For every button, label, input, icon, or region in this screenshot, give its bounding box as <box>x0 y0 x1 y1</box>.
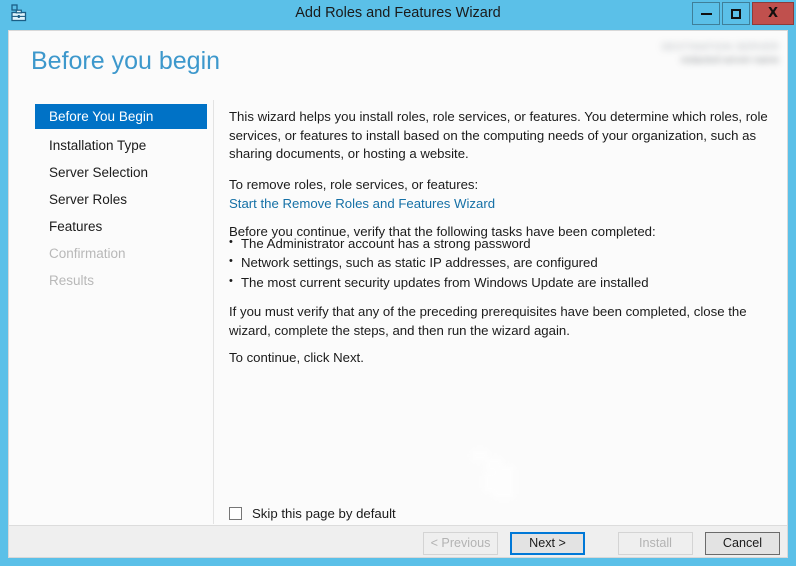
sidebar-item-before-you-begin[interactable]: Before You Begin <box>35 104 207 129</box>
maximize-icon <box>731 8 741 19</box>
title-bar: Add Roles and Features Wizard X <box>0 0 796 27</box>
sidebar-item-results: Results <box>49 273 95 288</box>
list-item: Network settings, such as static IP addr… <box>229 252 777 272</box>
continue-paragraph: To continue, click Next. <box>229 350 364 365</box>
skip-page-checkbox[interactable] <box>229 507 242 520</box>
wizard-body: Before you begin DESTINATION SERVER reda… <box>8 30 788 558</box>
previous-button: < Previous <box>423 532 498 555</box>
sidebar-item-server-selection[interactable]: Server Selection <box>35 160 207 185</box>
skip-page-checkbox-label: Skip this page by default <box>252 506 396 521</box>
close-icon: X <box>767 6 779 21</box>
wizard-navigation-sidebar: Before You Begin Installation Type Serve… <box>9 100 214 524</box>
next-button[interactable]: Next > <box>510 532 585 555</box>
sidebar-item-server-roles[interactable]: Server Roles <box>35 187 207 212</box>
list-item: The most current security updates from W… <box>229 272 777 292</box>
minimize-icon <box>700 12 712 15</box>
destination-server-value: redacted-server-name <box>680 55 779 66</box>
background-artifact <box>471 445 525 501</box>
install-button: Install <box>618 532 693 555</box>
destination-server-label: DESTINATION SERVER <box>661 42 779 53</box>
intro-paragraph: This wizard helps you install roles, rol… <box>229 109 768 162</box>
remove-prompt-text: To remove roles, role services, or featu… <box>229 177 479 192</box>
content-pane: This wizard helps you install roles, rol… <box>215 100 787 524</box>
wizard-window: Add Roles and Features Wizard X Before y… <box>0 0 796 566</box>
close-button[interactable]: X <box>752 2 794 25</box>
sidebar-item-installation-type[interactable]: Installation Type <box>35 133 207 158</box>
wizard-footer: < Previous Next > Install Cancel <box>9 525 787 557</box>
window-title: Add Roles and Features Wizard <box>295 5 501 21</box>
cancel-button[interactable]: Cancel <box>705 532 780 555</box>
remove-roles-wizard-link[interactable]: Start the Remove Roles and Features Wiza… <box>229 195 495 214</box>
list-item: The Administrator account has a strong p… <box>229 233 777 253</box>
sidebar-item-features[interactable]: Features <box>35 214 207 239</box>
prerequisite-task-list: The Administrator account has a strong p… <box>229 233 777 292</box>
minimize-button[interactable] <box>692 2 720 25</box>
skip-page-checkbox-row[interactable]: Skip this page by default <box>229 506 396 521</box>
page-title: Before you begin <box>31 47 221 75</box>
prerequisites-paragraph: If you must verify that any of the prece… <box>229 304 747 338</box>
maximize-button[interactable] <box>722 2 750 25</box>
destination-server-block: DESTINATION SERVER redacted-server-name <box>619 41 779 83</box>
sidebar-item-confirmation: Confirmation <box>49 246 126 261</box>
page-header: Before you begin DESTINATION SERVER reda… <box>9 31 787 100</box>
